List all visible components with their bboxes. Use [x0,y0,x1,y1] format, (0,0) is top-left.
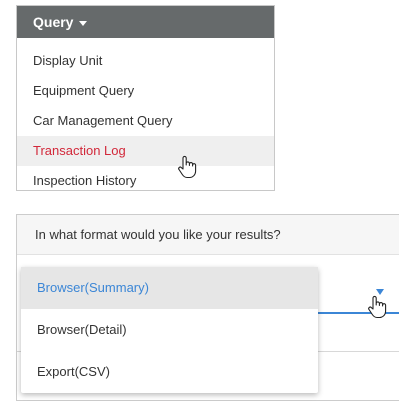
format-options-list: Browser(Summary) Browser(Detail) Export(… [21,267,318,393]
query-menu-button[interactable]: Query [17,6,274,38]
hand-cursor-icon [178,155,197,179]
query-menu: Query Display Unit Equipment Query Car M… [16,5,275,191]
format-option-export-csv[interactable]: Export(CSV) [21,351,318,393]
results-format-question: In what format would you like your resul… [17,215,399,255]
query-menu-title: Query [33,14,74,30]
format-option-browser-detail[interactable]: Browser(Detail) [21,309,318,351]
menu-item-display-unit[interactable]: Display Unit [17,46,274,76]
results-format-panel: In what format would you like your resul… [16,214,399,401]
format-option-browser-summary[interactable]: Browser(Summary) [21,267,318,309]
caret-down-icon [79,20,88,26]
hand-cursor-icon [368,295,387,319]
menu-item-equipment-query[interactable]: Equipment Query [17,76,274,106]
query-menu-list: Display Unit Equipment Query Car Managem… [17,38,274,190]
menu-item-transaction-log[interactable]: Transaction Log [17,136,274,166]
menu-item-car-management-query[interactable]: Car Management Query [17,106,274,136]
menu-item-inspection-history[interactable]: Inspection History [17,166,274,190]
